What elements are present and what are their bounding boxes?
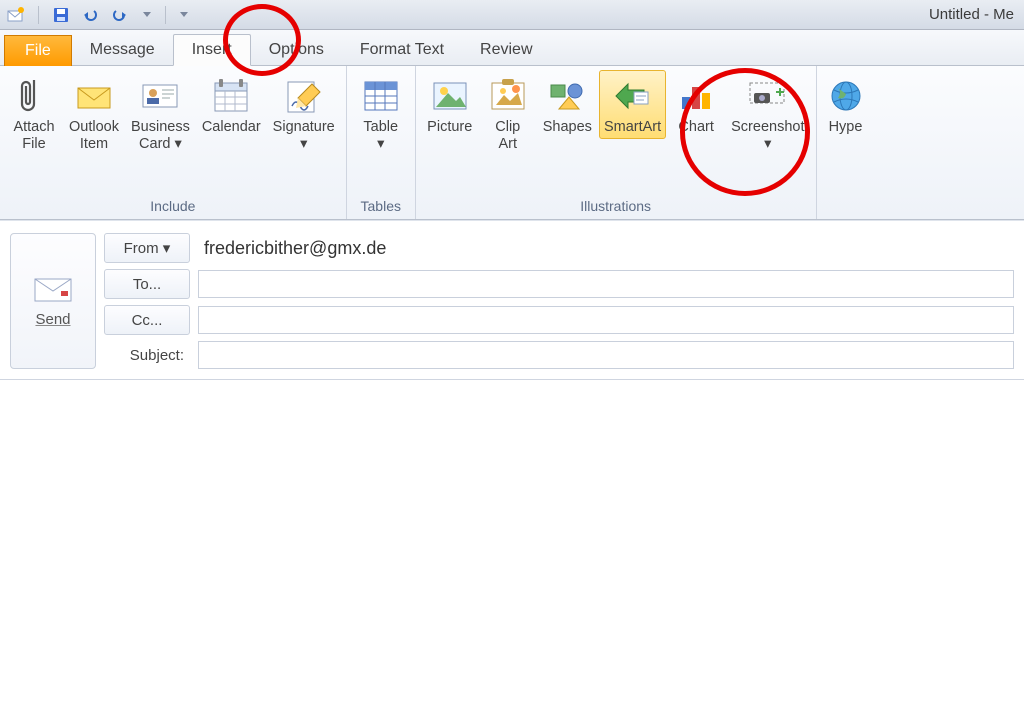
subject-label: Subject: (104, 347, 190, 364)
attach-file-button[interactable]: Attach File (6, 70, 62, 155)
ribbon: Attach File Outlook Item Business Card ▾… (0, 66, 1024, 220)
cc-button[interactable]: Cc... (104, 305, 190, 335)
group-tables: Table ▾ Tables (347, 66, 416, 219)
quick-access-toolbar (6, 5, 190, 25)
smartart-icon (612, 75, 654, 117)
tab-options[interactable]: Options (251, 35, 342, 65)
group-include: Attach File Outlook Item Business Card ▾… (0, 66, 347, 219)
signature-button[interactable]: Signature ▾ (268, 70, 340, 155)
table-icon (361, 75, 401, 117)
screenshot-button[interactable]: Screenshot ▾ (726, 70, 809, 155)
cc-input[interactable] (198, 306, 1014, 334)
new-mail-icon[interactable] (6, 5, 26, 25)
from-value: fredericbither@gmx.de (198, 234, 1014, 263)
tab-insert[interactable]: Insert (173, 34, 251, 66)
business-card-icon (140, 75, 180, 117)
tab-file[interactable]: File (4, 35, 72, 66)
clip-art-icon (488, 75, 528, 117)
calendar-icon (211, 75, 251, 117)
chart-icon (678, 75, 714, 117)
group-links: Hype (817, 66, 875, 219)
shapes-button[interactable]: Shapes (538, 70, 597, 139)
send-envelope-icon (31, 275, 75, 305)
smartart-button[interactable]: SmartArt (599, 70, 666, 139)
tab-format-text[interactable]: Format Text (342, 35, 462, 65)
qat-dropdown-icon[interactable] (178, 5, 190, 25)
outlook-item-button[interactable]: Outlook Item (64, 70, 124, 155)
tab-review[interactable]: Review (462, 35, 550, 65)
signature-icon (284, 75, 324, 117)
picture-icon (430, 75, 470, 117)
hyperlink-button[interactable]: Hype (823, 70, 869, 139)
save-icon[interactable] (51, 5, 71, 25)
business-card-button[interactable]: Business Card ▾ (126, 70, 195, 155)
title-bar: Untitled - Me (0, 0, 1024, 30)
group-label-include: Include (0, 195, 346, 219)
group-label-links (817, 211, 875, 219)
window-title: Untitled - Me (929, 6, 1014, 23)
qat-more-icon[interactable] (141, 5, 153, 25)
screenshot-icon (746, 75, 790, 117)
clip-art-button[interactable]: Clip Art (480, 70, 536, 155)
message-body[interactable] (0, 380, 1024, 680)
paperclip-icon (20, 75, 48, 117)
compose-header: Send From ▾ fredericbither@gmx.de To... … (0, 220, 1024, 375)
ribbon-tabs: File Message Insert Options Format Text … (0, 30, 1024, 66)
picture-button[interactable]: Picture (422, 70, 478, 139)
subject-input[interactable] (198, 341, 1014, 369)
send-button[interactable]: Send (10, 233, 96, 369)
group-label-tables: Tables (347, 195, 415, 219)
tab-message[interactable]: Message (72, 35, 173, 65)
to-input[interactable] (198, 270, 1014, 298)
envelope-icon (74, 75, 114, 117)
from-button[interactable]: From ▾ (104, 233, 190, 263)
table-button[interactable]: Table ▾ (353, 70, 409, 155)
redo-icon[interactable] (111, 5, 131, 25)
group-illustrations: Picture Clip Art Shapes SmartArt (416, 66, 817, 219)
shapes-icon (547, 75, 587, 117)
undo-icon[interactable] (81, 5, 101, 25)
group-label-illustrations: Illustrations (416, 195, 816, 219)
to-button[interactable]: To... (104, 269, 190, 299)
chart-button[interactable]: Chart (668, 70, 724, 139)
calendar-button[interactable]: Calendar (197, 70, 266, 139)
globe-icon (828, 75, 864, 117)
